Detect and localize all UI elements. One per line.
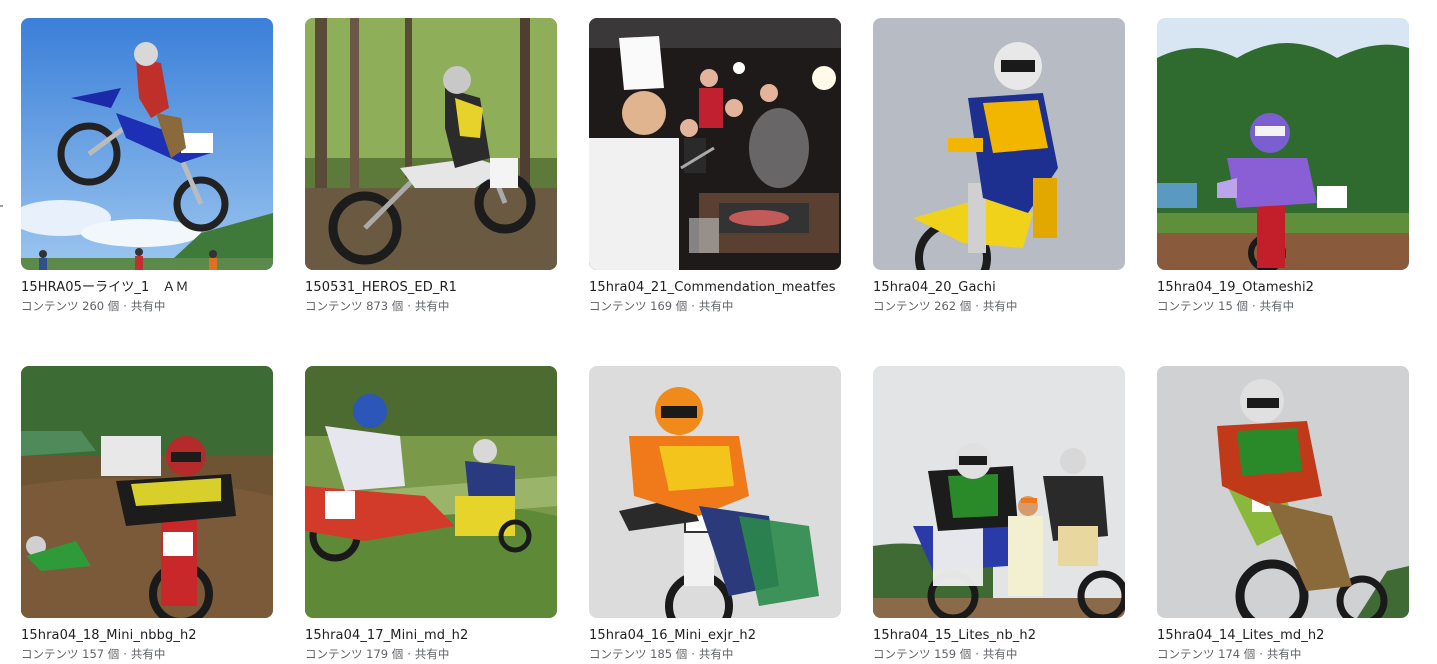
shared-status: 共有中 <box>1259 299 1295 313</box>
meta-separator: · <box>975 299 979 313</box>
album-meta: コンテンツ 179 個 · 共有中 <box>305 647 557 662</box>
album-title: 15hra04_16_Mini_exjr_h2 <box>589 628 757 643</box>
meta-separator: · <box>691 647 695 661</box>
album-title: 15hra04_14_Lites_md_h2 <box>1157 628 1325 643</box>
content-count: コンテンツ 169 個 <box>589 299 688 313</box>
content-count: コンテンツ 174 個 <box>1157 647 1256 661</box>
album-thumbnail[interactable] <box>21 366 273 618</box>
shared-status: 共有中 <box>414 647 450 661</box>
content-count: コンテンツ 157 個 <box>21 647 120 661</box>
album-thumbnail[interactable] <box>873 18 1125 270</box>
album-card[interactable]: 15hra04_21_Commendation_meatfes コンテンツ 16… <box>589 18 841 314</box>
meta-separator: · <box>407 647 411 661</box>
meta-separator: · <box>1259 647 1263 661</box>
album-title: 15hra04_20_Gachi <box>873 280 996 295</box>
album-title: 15hra04_15_Lites_nb_h2 <box>873 628 1037 643</box>
album-meta: コンテンツ 157 個 · 共有中 <box>21 647 273 662</box>
album-card[interactable]: 15hra04_15_Lites_nb_h2 コンテンツ 159 個 · 共有中 <box>873 366 1125 662</box>
content-count: コンテンツ 15 個 <box>1157 299 1248 313</box>
content-count: コンテンツ 179 個 <box>305 647 404 661</box>
meta-separator: · <box>975 647 979 661</box>
content-count: コンテンツ 873 個 <box>305 299 404 313</box>
album-card[interactable]: 150531_HEROS_ED_R1 コンテンツ 873 個 · 共有中 <box>305 18 557 314</box>
meta-separator: · <box>407 299 411 313</box>
album-title: 150531_HEROS_ED_R1 <box>305 280 457 295</box>
shared-status: 共有中 <box>1266 647 1302 661</box>
album-meta: コンテンツ 174 個 · 共有中 <box>1157 647 1409 662</box>
edge-divider <box>0 205 3 207</box>
album-thumbnail[interactable] <box>589 18 841 270</box>
content-count: コンテンツ 262 個 <box>873 299 972 313</box>
shared-status: 共有中 <box>130 647 166 661</box>
album-card[interactable]: 15hra04_20_Gachi コンテンツ 262 個 · 共有中 <box>873 18 1125 314</box>
content-count: コンテンツ 185 個 <box>589 647 688 661</box>
album-meta: コンテンツ 169 個 · 共有中 <box>589 299 841 314</box>
album-title: 15hra04_19_Otameshi2 <box>1157 280 1315 295</box>
album-meta: コンテンツ 260 個 · 共有中 <box>21 299 273 314</box>
album-meta: コンテンツ 185 個 · 共有中 <box>589 647 841 662</box>
album-meta: コンテンツ 873 個 · 共有中 <box>305 299 557 314</box>
album-title: 15HRA05ーライツ_1 ＡＭ <box>21 280 189 295</box>
meta-separator: · <box>1251 299 1256 313</box>
album-card[interactable]: 15hra04_17_Mini_md_h2 コンテンツ 179 個 · 共有中 <box>305 366 557 662</box>
album-card[interactable]: 15hra04_18_Mini_nbbg_h2 コンテンツ 157 個 · 共有中 <box>21 366 273 662</box>
album-card[interactable]: 15HRA05ーライツ_1 ＡＭ コンテンツ 260 個 · 共有中 <box>21 18 273 314</box>
content-count: コンテンツ 159 個 <box>873 647 972 661</box>
album-title: 15hra04_17_Mini_md_h2 <box>305 628 469 643</box>
shared-status: 共有中 <box>982 299 1018 313</box>
album-thumbnail[interactable] <box>1157 18 1409 270</box>
album-meta: コンテンツ 15 個 · 共有中 <box>1157 299 1409 314</box>
album-thumbnail[interactable] <box>305 18 557 270</box>
album-meta: コンテンツ 262 個 · 共有中 <box>873 299 1125 314</box>
album-card[interactable]: 15hra04_16_Mini_exjr_h2 コンテンツ 185 個 · 共有中 <box>589 366 841 662</box>
album-meta: コンテンツ 159 個 · 共有中 <box>873 647 1125 662</box>
album-thumbnail[interactable] <box>873 366 1125 618</box>
shared-status: 共有中 <box>982 647 1018 661</box>
album-card[interactable]: 15hra04_19_Otameshi2 コンテンツ 15 個 · 共有中 <box>1157 18 1409 314</box>
album-thumbnail[interactable] <box>1157 366 1409 618</box>
album-title: 15hra04_18_Mini_nbbg_h2 <box>21 628 197 643</box>
shared-status: 共有中 <box>130 299 166 313</box>
content-count: コンテンツ 260 個 <box>21 299 120 313</box>
album-title: 15hra04_21_Commendation_meatfes <box>589 280 836 295</box>
album-thumbnail[interactable] <box>21 18 273 270</box>
album-thumbnail[interactable] <box>589 366 841 618</box>
shared-status: 共有中 <box>414 299 450 313</box>
shared-status: 共有中 <box>698 299 734 313</box>
meta-separator: · <box>691 299 695 313</box>
meta-separator: · <box>123 299 127 313</box>
meta-separator: · <box>123 647 127 661</box>
shared-status: 共有中 <box>698 647 734 661</box>
album-thumbnail[interactable] <box>305 366 557 618</box>
album-card[interactable]: 15hra04_14_Lites_md_h2 コンテンツ 174 個 · 共有中 <box>1157 366 1409 662</box>
